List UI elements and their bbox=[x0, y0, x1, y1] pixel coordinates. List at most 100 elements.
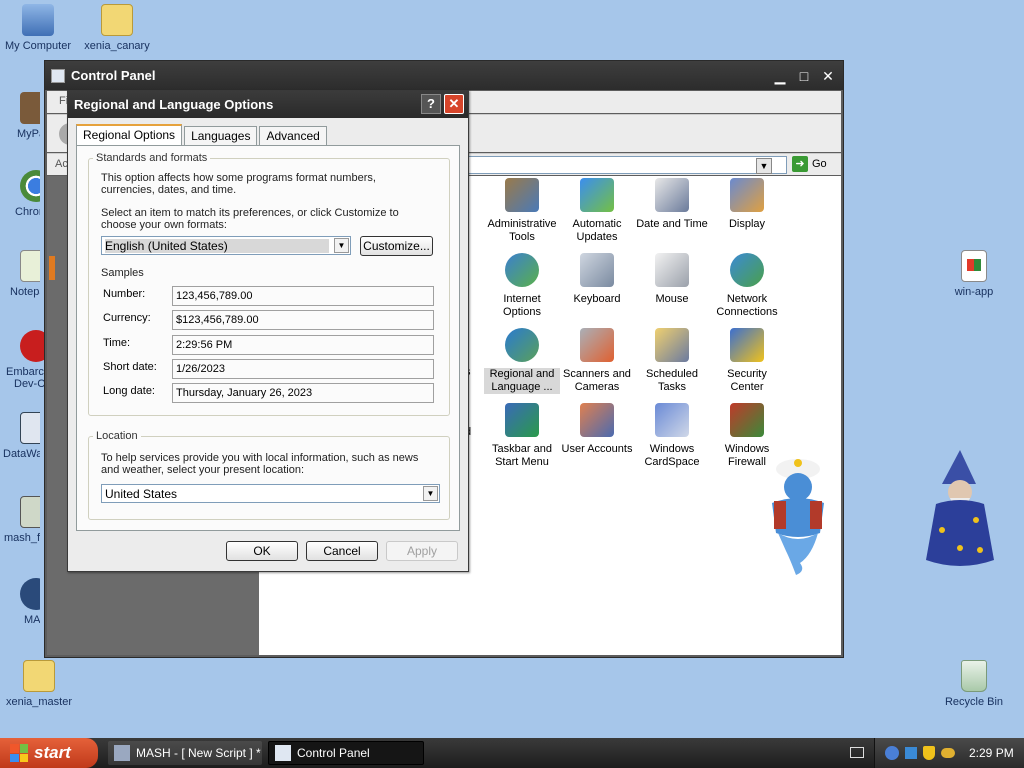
tab-languages[interactable]: Languages bbox=[184, 126, 258, 145]
cp-item-label-line2: Cameras bbox=[574, 381, 620, 393]
task-mash[interactable]: MASH - [ New Script ] * bbox=[108, 741, 262, 765]
customize-button[interactable]: Customize... bbox=[360, 236, 433, 256]
cp-item-label-line2: Options bbox=[503, 306, 541, 318]
system-tray: 2:29 PM bbox=[874, 738, 1024, 768]
keyboard-icon[interactable] bbox=[850, 747, 864, 758]
cancel-button[interactable]: Cancel bbox=[306, 541, 378, 561]
desktop-icon-xenia-canary[interactable]: xenia_canary bbox=[77, 4, 157, 52]
cp-item-user-accounts[interactable]: User Accounts bbox=[559, 403, 635, 456]
chevron-down-icon[interactable]: ▼ bbox=[334, 238, 349, 253]
cp-item-label: Mouse bbox=[634, 293, 710, 306]
sample-currency: Currency: $123,456,789.00 bbox=[103, 310, 443, 330]
format-select[interactable]: English (United States) ▼ bbox=[101, 236, 351, 255]
cp-item-automatic[interactable]: Automatic Updates bbox=[559, 178, 635, 244]
go-button[interactable]: ➜ Go bbox=[792, 156, 827, 172]
control-panel-titlebar[interactable]: Control Panel bbox=[45, 61, 843, 90]
desktop-icon-my-computer[interactable]: My Computer bbox=[0, 4, 78, 52]
cp-item-date-and-time[interactable]: Date and Time bbox=[634, 178, 710, 231]
desktop-icon-mypa[interactable]: MyPa bbox=[0, 92, 40, 140]
desktop-icon-label: MAS bbox=[24, 614, 40, 626]
tray-security-icon[interactable] bbox=[923, 746, 935, 760]
sample-label: Long date: bbox=[103, 385, 155, 397]
desktop-icon-label: mash_fu bbox=[4, 532, 40, 544]
cp-item-scheduled[interactable]: Scheduled Tasks bbox=[634, 328, 710, 394]
chevron-down-icon[interactable]: ▼ bbox=[423, 486, 438, 501]
cp-item-security[interactable]: Security Center bbox=[709, 328, 785, 394]
taskbar: start MASH - [ New Script ] * Control Pa… bbox=[0, 738, 1024, 768]
cp-item-scanners-and[interactable]: Scanners and Cameras bbox=[559, 328, 635, 394]
cp-item-windows[interactable]: Windows CardSpace bbox=[634, 403, 710, 469]
dialog-titlebar[interactable]: Regional and Language Options bbox=[68, 91, 468, 118]
cp-item-mouse[interactable]: Mouse bbox=[634, 253, 710, 306]
address-field[interactable]: ▼ bbox=[457, 156, 787, 174]
cp-item-label: Internet Options bbox=[484, 293, 560, 319]
chevron-down-icon[interactable]: ▼ bbox=[756, 158, 772, 174]
chrome-icon bbox=[20, 170, 40, 202]
desktop-icon-label: My Computer bbox=[4, 40, 72, 52]
date-time-icon bbox=[655, 178, 689, 212]
samples-title: Samples bbox=[101, 267, 144, 279]
desktop-icon-xenia-master[interactable]: xenia_master bbox=[0, 660, 79, 708]
desktop-icon-win-app[interactable]: win-app bbox=[934, 250, 1014, 298]
ok-button[interactable]: OK bbox=[226, 541, 298, 561]
sample-label: Number: bbox=[103, 288, 146, 300]
control-panel-icon bbox=[275, 745, 291, 761]
standards-description: This option affects how some programs fo… bbox=[101, 172, 376, 196]
desktop-icon-embarcadero[interactable]: Embarca Dev-C bbox=[0, 330, 48, 390]
help-button[interactable]: ? bbox=[421, 94, 441, 114]
internet-options-icon bbox=[505, 253, 539, 287]
maximize-button[interactable]: □ bbox=[795, 67, 813, 85]
scanner-icon bbox=[580, 328, 614, 362]
tab-regional-options[interactable]: Regional Options bbox=[76, 124, 183, 146]
cp-item-label: Administrative Tools bbox=[484, 218, 560, 244]
cp-item-label: Security Center bbox=[709, 368, 785, 394]
cp-item-label: Taskbar and Start Menu bbox=[484, 443, 560, 469]
tray-lamp-icon[interactable] bbox=[941, 748, 955, 758]
cp-item-label: Network Connections bbox=[709, 293, 785, 319]
desktop-icon-notepad[interactable]: Notepa bbox=[0, 250, 40, 298]
minimize-button[interactable]: ▁ bbox=[771, 67, 789, 85]
firewall-icon bbox=[730, 403, 764, 437]
cp-item-taskbar-and[interactable]: Taskbar and Start Menu bbox=[484, 403, 560, 469]
sample-value: 2:29:56 PM bbox=[172, 335, 434, 355]
mouse-icon bbox=[655, 253, 689, 287]
cp-item-regional-and[interactable]: Regional and Language ... bbox=[484, 328, 560, 394]
display-icon bbox=[730, 178, 764, 212]
tray-network-icon[interactable] bbox=[905, 747, 917, 759]
go-label: Go bbox=[812, 158, 827, 170]
task-control-panel[interactable]: Control Panel bbox=[268, 741, 424, 765]
cp-item-label-line2: Tasks bbox=[657, 381, 687, 393]
start-label: start bbox=[34, 743, 71, 762]
tab-advanced[interactable]: Advanced bbox=[259, 126, 327, 145]
go-arrow-icon: ➜ bbox=[792, 156, 808, 172]
cp-item-display[interactable]: Display bbox=[709, 178, 785, 231]
cp-item-label-line1: Internet bbox=[503, 293, 541, 305]
apply-button[interactable]: Apply bbox=[386, 541, 458, 561]
start-button[interactable]: start bbox=[0, 738, 98, 768]
desktop-icon-label: xenia_canary bbox=[84, 40, 150, 52]
desktop-icon-mas[interactable]: MAS bbox=[0, 578, 40, 626]
cp-item-network[interactable]: Network Connections bbox=[709, 253, 785, 319]
mash-app-icon bbox=[114, 745, 130, 761]
desktop-icon-mash-fu[interactable]: mash_fu bbox=[0, 496, 40, 544]
desktop-icon-recycle-bin[interactable]: Recycle Bin bbox=[934, 660, 1014, 708]
cp-item-keyboard[interactable]: Keyboard bbox=[559, 253, 635, 306]
tray-genie-icon[interactable] bbox=[885, 746, 899, 760]
desktop-icon-chrome[interactable]: Chron bbox=[0, 170, 40, 218]
cp-item-label-line2: Center bbox=[730, 381, 764, 393]
wizard-character-icon bbox=[926, 450, 994, 566]
cp-item-label: Scanners and Cameras bbox=[559, 368, 635, 394]
network-icon bbox=[730, 253, 764, 287]
close-button[interactable]: ✕ bbox=[819, 67, 837, 85]
cp-item-internet[interactable]: Internet Options bbox=[484, 253, 560, 319]
regional-options-panel: Standards and formats This option affect… bbox=[76, 145, 460, 531]
cp-item-label: Scheduled Tasks bbox=[634, 368, 710, 394]
sample-label: Currency: bbox=[103, 312, 151, 324]
cp-item-label-line1: Automatic bbox=[572, 218, 622, 230]
desktop-icon-datawa[interactable]: DataWa bbox=[0, 412, 40, 460]
dialog-close-button[interactable]: ✕ bbox=[444, 94, 464, 114]
automatic-updates-icon bbox=[580, 178, 614, 212]
cp-item-administrative[interactable]: Administrative Tools bbox=[484, 178, 560, 244]
desktop-icon-label: MyPa bbox=[17, 128, 40, 140]
location-select[interactable]: United States ▼ bbox=[101, 484, 440, 503]
